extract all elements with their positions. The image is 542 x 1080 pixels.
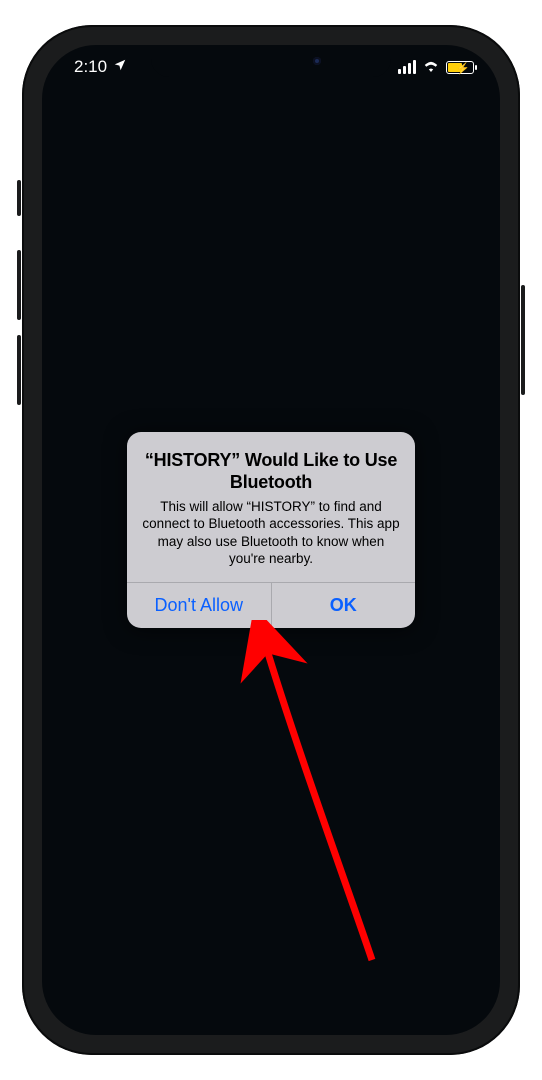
cellular-signal-icon xyxy=(398,60,416,74)
alert-title: “HISTORY” Would Like to Use Bluetooth xyxy=(141,450,401,493)
silence-switch[interactable] xyxy=(17,180,21,216)
dont-allow-button[interactable]: Don't Allow xyxy=(127,583,271,628)
ok-button[interactable]: OK xyxy=(272,583,416,628)
alert-message: This will allow “HISTORY” to find and co… xyxy=(141,498,401,568)
permission-alert: “HISTORY” Would Like to Use Bluetooth Th… xyxy=(127,432,415,627)
volume-up-button[interactable] xyxy=(17,250,21,320)
clock-label: 2:10 xyxy=(74,57,107,77)
wifi-icon xyxy=(422,57,440,77)
location-arrow-icon xyxy=(113,57,127,77)
modal-overlay: “HISTORY” Would Like to Use Bluetooth Th… xyxy=(42,45,500,1035)
battery-charging-icon: ⚡ xyxy=(446,61,474,74)
phone-frame: 2:10 ⚡ “HISTORY” Would Like to Use Bluet… xyxy=(22,25,520,1055)
notch xyxy=(151,45,391,77)
screen: 2:10 ⚡ “HISTORY” Would Like to Use Bluet… xyxy=(42,45,500,1035)
volume-down-button[interactable] xyxy=(17,335,21,405)
power-button[interactable] xyxy=(521,285,525,395)
front-camera-icon xyxy=(313,57,321,65)
